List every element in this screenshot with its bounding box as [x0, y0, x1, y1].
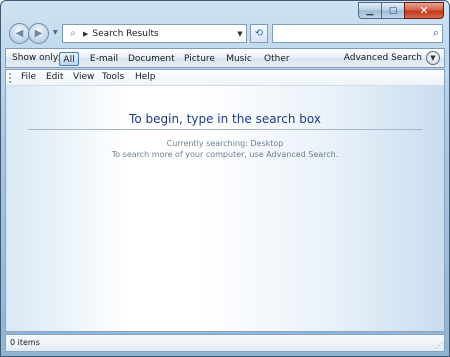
explorer-window: ▁ ▢ ✕ ◀ ▶ ▼ ⌕ ▶ Search Results ▼ ⟲ ⌕ Sho… [0, 0, 450, 357]
empty-state-title: To begin, type in the search box [129, 112, 321, 126]
recent-pages-dropdown[interactable]: ▼ [53, 29, 58, 36]
menu-help[interactable]: Help [135, 72, 156, 82]
results-pane: File Edit View Tools Help To begin, type… [5, 69, 445, 332]
navigation-row: ◀ ▶ ▼ ⌕ ▶ Search Results ▼ ⟲ ⌕ [6, 23, 443, 45]
search-box[interactable]: ⌕ [272, 24, 443, 43]
address-bar[interactable]: ⌕ ▶ Search Results ▼ [62, 24, 247, 43]
address-dropdown-icon[interactable]: ▼ [234, 30, 246, 38]
resize-grip-icon[interactable]: ⋰ [435, 341, 443, 350]
show-only-bar: Show only: All E-mail Document Picture M… [5, 48, 445, 68]
filter-all-button[interactable]: All [59, 52, 79, 66]
search-magnifier-icon: ⌕ [70, 28, 76, 39]
refresh-icon: ⟲ [254, 28, 264, 39]
menu-edit[interactable]: Edit [46, 72, 63, 82]
back-arrow-icon: ◀ [15, 28, 24, 39]
filter-document-button[interactable]: Document [128, 52, 175, 66]
searching-location-text: Currently searching: Desktop [166, 139, 284, 148]
chevron-down-icon[interactable]: ▼ [426, 51, 440, 65]
filter-other-button[interactable]: Other [264, 52, 290, 66]
address-text: Search Results [92, 28, 159, 39]
filter-picture-button[interactable]: Picture [184, 52, 215, 66]
item-count: 0 items [10, 338, 40, 347]
menu-bar: File Edit View Tools Help [6, 70, 444, 86]
filter-music-button[interactable]: Music [226, 52, 252, 66]
toolbar-grip-icon[interactable] [9, 73, 11, 83]
divider [28, 129, 422, 130]
caption-buttons: ▁ ▢ ✕ [358, 2, 444, 19]
breadcrumb-arrow-icon[interactable]: ▶ [83, 30, 88, 38]
menu-view[interactable]: View [73, 72, 94, 82]
forward-arrow-icon: ▶ [34, 28, 43, 39]
menu-file[interactable]: File [21, 72, 36, 82]
menu-tools[interactable]: Tools [102, 72, 124, 82]
maximize-button[interactable]: ▢ [381, 2, 404, 19]
advanced-search-hint: To search more of your computer, use Adv… [111, 150, 339, 159]
back-button[interactable]: ◀ [9, 23, 30, 44]
search-input[interactable] [273, 25, 423, 42]
status-bar: 0 items ⋰ [5, 334, 445, 352]
show-only-label: Show only: [12, 53, 61, 63]
minimize-button[interactable]: ▁ [358, 2, 381, 19]
close-button[interactable]: ✕ [404, 2, 444, 19]
advanced-search-link[interactable]: Advanced Search [344, 53, 422, 63]
filter-email-button[interactable]: E-mail [88, 52, 120, 66]
search-icon[interactable]: ⌕ [433, 26, 439, 40]
refresh-button[interactable]: ⟲ [250, 24, 268, 43]
forward-button[interactable]: ▶ [28, 23, 49, 44]
